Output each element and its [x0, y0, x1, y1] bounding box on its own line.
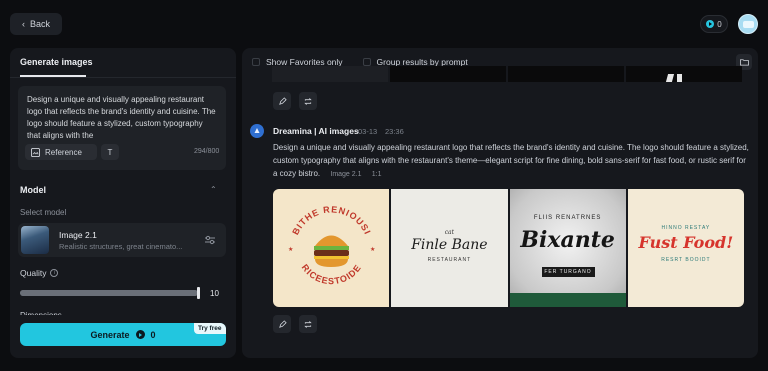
- text-icon: T: [107, 147, 113, 157]
- image-reference-icon: [31, 147, 40, 157]
- settings-sliders-icon[interactable]: [204, 234, 216, 246]
- prompt-field[interactable]: Design a unique and visually appealing r…: [18, 86, 226, 170]
- result-images: BITHE RENIOUSI RICEESTOIDE ★ ★ cat Finle…: [273, 189, 744, 307]
- dimensions-label: Dimensions: [20, 311, 62, 315]
- logo-1-top-text: BITHE RENIOUSI: [290, 204, 372, 236]
- credits-badge[interactable]: 0: [700, 15, 728, 33]
- result-time: 23:36: [385, 127, 404, 136]
- try-free-badge: Try free: [194, 323, 226, 334]
- credit-coin-icon: [135, 330, 145, 339]
- svg-text:BITHE RENIOUSI: BITHE RENIOUSI: [290, 204, 373, 236]
- char-counter: 294/800: [194, 148, 220, 155]
- result-image-4[interactable]: HINNO RESTAY Fust Food! RESRT BOOIDT: [627, 189, 744, 307]
- generate-panel: Generate images Design a unique and visu…: [10, 48, 236, 358]
- previous-result-images: [272, 66, 742, 82]
- model-name: Image 2.1: [59, 230, 97, 240]
- folder-icon: [739, 59, 749, 66]
- quality-slider[interactable]: [20, 290, 198, 296]
- select-model-label: Select model: [20, 208, 67, 217]
- svg-text:★: ★: [288, 246, 293, 253]
- back-label: Back: [29, 19, 50, 29]
- info-icon[interactable]: i: [50, 269, 59, 277]
- dreamina-logo-icon: [250, 124, 264, 138]
- edit-button[interactable]: [273, 92, 291, 110]
- avatar[interactable]: [738, 14, 758, 34]
- logo-3-main-text: Bixante: [520, 227, 615, 253]
- reference-button[interactable]: Reference: [25, 144, 97, 160]
- prompt-text[interactable]: Design a unique and visually appealing r…: [27, 94, 217, 140]
- logo-2-sub-text: RESTAURANT: [427, 257, 472, 263]
- edit-pencil-icon: [278, 319, 287, 328]
- generate-cost: 0: [150, 329, 156, 340]
- logo-4-sub-text: RESRT BOOIDT: [661, 257, 711, 263]
- logo-3-sub-text: FER TURGANO: [541, 267, 595, 277]
- repeat-icon: [304, 320, 312, 328]
- burger-logo: BITHE RENIOUSI RICEESTOIDE ★ ★: [288, 204, 375, 286]
- logo-2-main-text: Finle Bane: [411, 237, 488, 253]
- model-heading: Model: [20, 185, 46, 195]
- logo-2-small-text: cat: [444, 229, 455, 236]
- chevron-up-icon[interactable]: ⌃: [210, 185, 217, 194]
- logo-3-floor: [509, 293, 626, 307]
- text-style-button[interactable]: T: [101, 144, 119, 160]
- model-selector[interactable]: Image 2.1 Realistic structures, great ci…: [18, 223, 226, 257]
- chevron-left-icon: ‹: [21, 19, 25, 29]
- regenerate-button[interactable]: [299, 92, 317, 110]
- model-tag: Image 2.1: [330, 171, 362, 178]
- quality-label: Quality i: [20, 268, 59, 278]
- repeat-icon: [304, 97, 312, 105]
- edit-pencil-icon: [278, 96, 287, 105]
- result-image-1[interactable]: BITHE RENIOUSI RICEESTOIDE ★ ★: [273, 189, 390, 307]
- regenerate-button[interactable]: [299, 315, 317, 333]
- result-prompt: Design a unique and visually appealing r…: [273, 141, 749, 181]
- logo-3-top-text: FLIIS RENATRNES: [533, 215, 602, 221]
- quality-text: Quality: [20, 268, 47, 278]
- result-image-2[interactable]: cat Finle Bane RESTAURANT: [391, 189, 508, 307]
- ratio-tag: 1:1: [371, 171, 382, 178]
- result-author: Dreamina | AI images: [273, 126, 359, 136]
- model-description: Realistic structures, great cinemato...: [59, 242, 183, 251]
- back-button[interactable]: ‹ Back: [10, 13, 62, 35]
- tab-divider: [10, 77, 236, 78]
- generate-label: Generate: [90, 329, 130, 340]
- svg-text:★: ★: [370, 246, 375, 253]
- edit-button[interactable]: [273, 315, 291, 333]
- logo-4-small-text: HINNO RESTAY: [661, 225, 711, 231]
- reference-label: Reference: [45, 147, 82, 157]
- credits-count: 0: [717, 19, 722, 29]
- logo-4-main-text: Fust Food!: [638, 233, 734, 252]
- group-results-checkbox[interactable]: [362, 58, 371, 66]
- results-panel: Show Favorites only Group results by pro…: [242, 48, 758, 358]
- tab-generate-images[interactable]: Generate images: [20, 57, 93, 67]
- result-image-3[interactable]: FLIIS RENATRNES Bixante FER TURGANO: [509, 189, 626, 307]
- quality-slider-handle[interactable]: [197, 287, 200, 299]
- model-thumbnail: [21, 226, 49, 254]
- show-favorites-checkbox[interactable]: [252, 58, 260, 66]
- quality-value: 10: [210, 289, 219, 298]
- quality-slider-fill: [20, 290, 198, 296]
- credit-coin-icon: [706, 20, 715, 28]
- result-date: 03-13: [358, 127, 378, 136]
